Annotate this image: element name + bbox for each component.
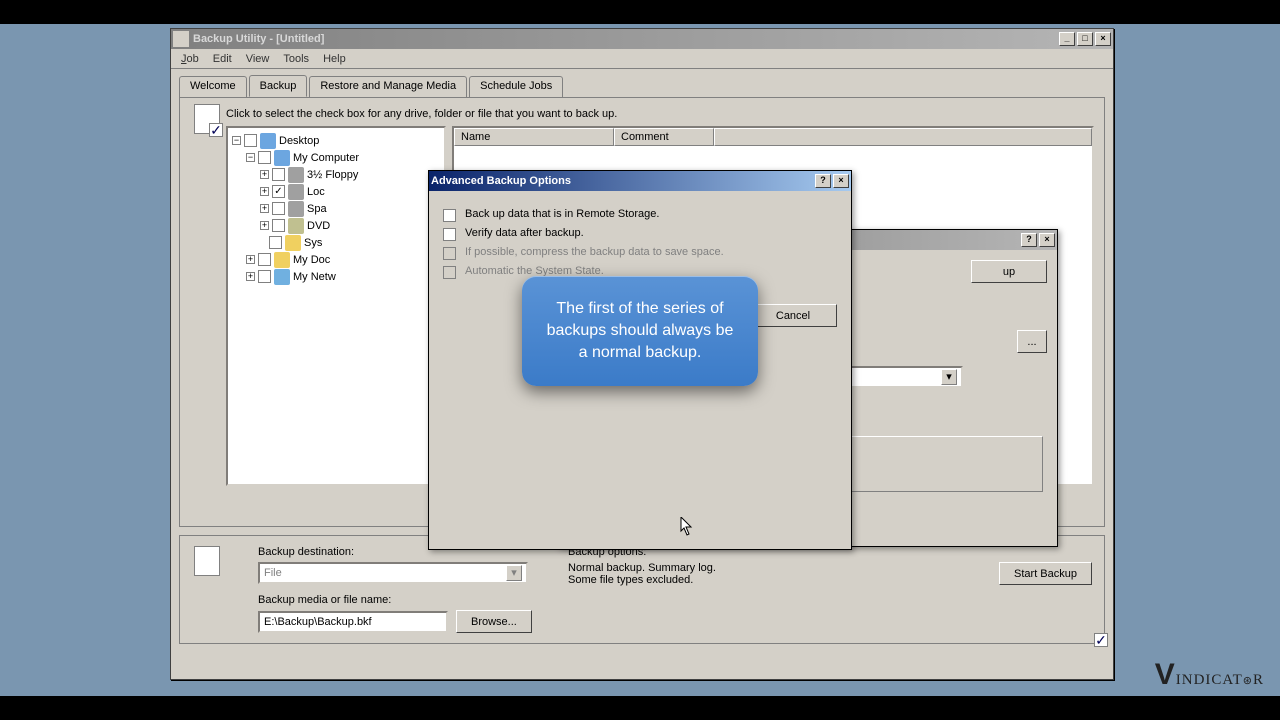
network-icon [274, 269, 290, 285]
menu-edit[interactable]: Edit [207, 51, 238, 67]
tab-schedule[interactable]: Schedule Jobs [469, 76, 563, 98]
column-name[interactable]: Name [454, 128, 614, 146]
menu-job[interactable]: JJobob [175, 51, 205, 67]
checkbox-compress [443, 247, 456, 260]
expander-icon[interactable]: + [246, 255, 255, 264]
menu-view[interactable]: View [240, 51, 276, 67]
dvd-icon [288, 218, 304, 234]
tree-dvd[interactable]: DVD [307, 220, 330, 232]
tree-spare[interactable]: Spa [307, 203, 327, 215]
folder-icon [274, 252, 290, 268]
checkbox[interactable]: ✓ [272, 185, 285, 198]
floppy-icon [288, 167, 304, 183]
backup-panel-icon [194, 104, 220, 134]
dest-value: File [264, 567, 282, 579]
watermark: VVindicatorindicat⊛r [1155, 658, 1264, 692]
opt-verify: Verify data after backup. [465, 227, 584, 239]
folder-icon [285, 235, 301, 251]
tree-floppy[interactable]: 3½ Floppy [307, 169, 358, 181]
window-title: Backup Utility - [Untitled] [193, 33, 1059, 45]
checkbox[interactable] [258, 270, 271, 283]
expander-icon[interactable]: − [232, 136, 241, 145]
tab-backup[interactable]: Backup [249, 75, 308, 97]
checkbox[interactable] [258, 253, 271, 266]
checkbox[interactable] [269, 236, 282, 249]
browse-button[interactable]: Browse... [456, 610, 532, 633]
tree-mydocs[interactable]: My Doc [293, 254, 330, 266]
checkbox[interactable] [272, 202, 285, 215]
menubar: JJobob Edit View Tools Help [171, 49, 1113, 69]
opt-remote-storage: Back up data that is in Remote Storage. [465, 208, 659, 220]
app-icon [173, 31, 189, 47]
help-button[interactable]: ? [815, 174, 831, 188]
close-button[interactable]: × [1039, 233, 1055, 247]
tab-restore[interactable]: Restore and Manage Media [309, 76, 467, 98]
maximize-button[interactable]: □ [1077, 32, 1093, 46]
inner-browse-button[interactable]: ... [1017, 330, 1047, 353]
dialog-title: Advanced Backup Options [431, 175, 815, 187]
tree-sys[interactable]: Sys [304, 237, 322, 249]
expander-icon[interactable]: + [260, 170, 269, 179]
column-spacer [714, 128, 1092, 146]
dest-combo[interactable]: File ▾ [258, 562, 528, 584]
minimize-button[interactable]: _ [1059, 32, 1075, 46]
media-input[interactable]: E:\Backup\Backup.bkf [258, 611, 448, 633]
checkbox-system-state [443, 266, 456, 279]
expander-icon[interactable]: + [260, 204, 269, 213]
checkbox-verify[interactable] [443, 228, 456, 241]
menu-tools[interactable]: Tools [277, 51, 315, 67]
checkbox[interactable] [272, 219, 285, 232]
source-tree[interactable]: −Desktop −My Computer +3½ Floppy +✓Loc +… [226, 126, 446, 486]
expander-icon[interactable]: − [246, 153, 255, 162]
column-comment[interactable]: Comment [614, 128, 714, 146]
bottom-panel: Backup destination: File ▾ Backup media … [179, 535, 1105, 644]
tab-welcome[interactable]: Welcome [179, 76, 247, 98]
inner-start-button[interactable]: up [971, 260, 1047, 283]
expander-icon[interactable]: + [246, 272, 255, 281]
computer-icon [274, 150, 290, 166]
media-label: Backup media or file name: [258, 594, 538, 606]
tree-mycomputer[interactable]: My Computer [293, 152, 359, 164]
close-button[interactable]: × [1095, 32, 1111, 46]
opt-compress: If possible, compress the backup data to… [465, 246, 724, 258]
destination-icon [194, 546, 220, 576]
menu-help[interactable]: Help [317, 51, 352, 67]
expander-icon[interactable]: + [260, 221, 269, 230]
drive-icon [288, 201, 304, 217]
checkbox-remote-storage[interactable] [443, 209, 456, 222]
dialog-titlebar[interactable]: Advanced Backup Options ? × [429, 171, 851, 191]
tree-mynet[interactable]: My Netw [293, 271, 336, 283]
info-callout: The first of the series of backups shoul… [522, 276, 758, 386]
help-button[interactable]: ? [1021, 233, 1037, 247]
drive-icon [288, 184, 304, 200]
chevron-down-icon[interactable]: ▾ [941, 369, 957, 385]
close-button[interactable]: × [833, 174, 849, 188]
cancel-button[interactable]: Cancel [749, 304, 837, 327]
checkbox[interactable] [258, 151, 271, 164]
checkbox[interactable] [244, 134, 257, 147]
checkbox[interactable] [272, 168, 285, 181]
titlebar[interactable]: Backup Utility - [Untitled] _ □ × [171, 29, 1113, 49]
chevron-down-icon[interactable]: ▾ [506, 565, 522, 581]
desktop-icon [260, 133, 276, 149]
instruction-text: Click to select the check box for any dr… [226, 108, 1094, 120]
tree-desktop[interactable]: Desktop [279, 135, 319, 147]
start-backup-button[interactable]: Start Backup [999, 562, 1092, 585]
tree-local[interactable]: Loc [307, 186, 325, 198]
expander-icon[interactable]: + [260, 187, 269, 196]
tab-strip: Welcome Backup Restore and Manage Media … [179, 75, 1105, 97]
